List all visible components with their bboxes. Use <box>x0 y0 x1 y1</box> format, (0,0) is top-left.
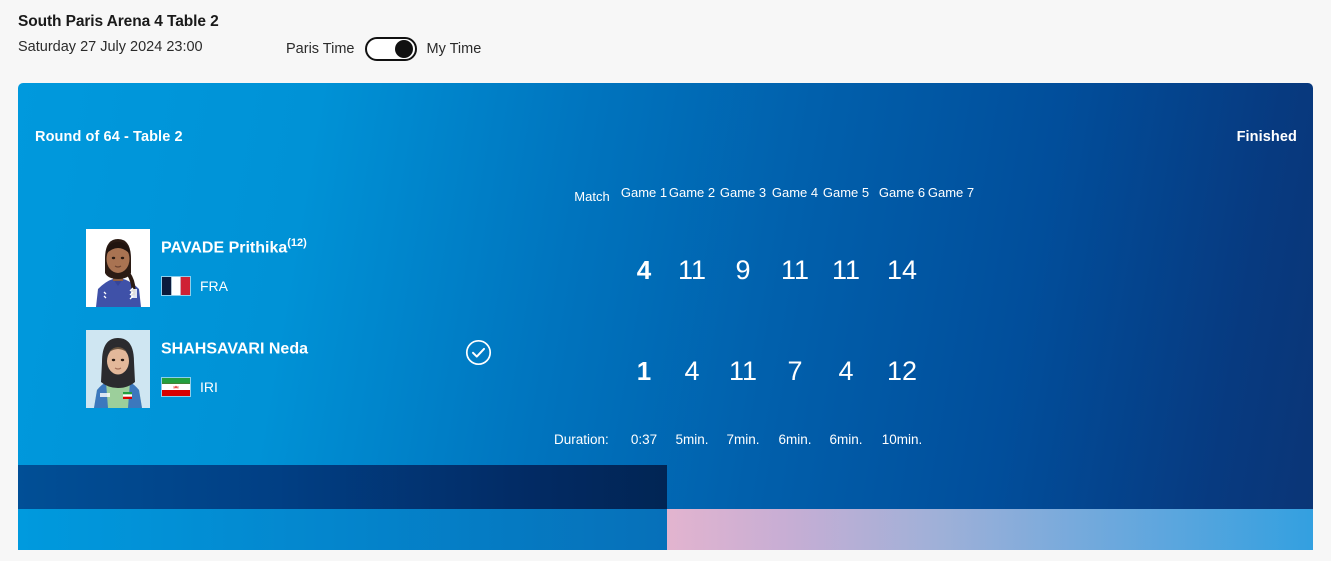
column-header-game3: Game 3 <box>719 185 767 200</box>
status-badge: Finished <box>1236 129 1297 145</box>
country-code: FRA <box>200 278 228 294</box>
player-name: PAVADE Prithika(12) <box>161 237 307 257</box>
flag-iri <box>161 377 191 397</box>
score-match-player2: 1 <box>636 356 652 386</box>
player-name: SHAHSAVARI Neda <box>161 338 308 358</box>
timezone-toggle-switch[interactable] <box>364 37 417 61</box>
score-game4-player2: 7 <box>787 356 803 386</box>
column-header-game7: Game 7 <box>927 185 975 200</box>
player-photo-shahsavari <box>86 330 150 408</box>
column-header-game5: Game 5 <box>822 185 870 200</box>
column-header-game4: Game 4 <box>771 185 819 200</box>
player-country: IRI <box>161 377 218 397</box>
score-game2-player1: 11 <box>677 255 707 285</box>
duration-game5: 6min. <box>829 432 863 447</box>
flag-fra <box>161 276 191 296</box>
duration-game2: 5min. <box>675 432 709 447</box>
match-card[interactable]: Round of 64 - Table 2 Finished Match Gam… <box>18 83 1313 550</box>
decorative-band-dark <box>18 465 667 509</box>
venue-title: South Paris Arena 4 Table 2 <box>18 13 219 30</box>
column-header-game1: Game 1 <box>620 185 668 200</box>
player-row[interactable]: PAVADE Prithika(12) FRA <box>86 229 506 311</box>
score-game3-player1: 9 <box>735 255 751 285</box>
score-game5-player2: 4 <box>838 356 854 386</box>
score-game4-player1: 11 <box>780 255 810 285</box>
score-match-player1: 4 <box>636 255 652 285</box>
player-name-text: SHAHSAVARI Neda <box>161 340 308 358</box>
round-label: Round of 64 - Table 2 <box>35 129 183 145</box>
decorative-band-accent <box>667 509 1313 550</box>
column-header-match: Match <box>574 189 610 204</box>
timezone-toggle-group[interactable]: Paris Time My Time <box>286 37 481 61</box>
duration-game3: 7min. <box>726 432 760 447</box>
duration-game4: 6min. <box>778 432 812 447</box>
column-header-game6: Game 6 <box>878 185 926 200</box>
country-code: IRI <box>200 379 218 395</box>
duration-label: Duration: <box>554 432 609 447</box>
page-header: South Paris Arena 4 Table 2 Saturday 27 … <box>0 0 1331 83</box>
paris-time-label: Paris Time <box>286 40 355 57</box>
player-photo-pavade <box>86 229 150 307</box>
score-game6-player1: 14 <box>886 255 918 285</box>
score-game3-player2: 11 <box>728 356 758 386</box>
my-time-label: My Time <box>426 40 482 57</box>
column-header-game2: Game 2 <box>668 185 716 200</box>
player-row[interactable]: SHAHSAVARI Neda IRI <box>86 330 506 412</box>
duration-game6: 10min. <box>881 432 923 447</box>
score-game5-player1: 11 <box>831 255 861 285</box>
score-game2-player2: 4 <box>684 356 700 386</box>
player-country: FRA <box>161 276 228 296</box>
score-game6-player2: 12 <box>886 356 918 386</box>
player-name-text: PAVADE Prithika <box>161 239 288 257</box>
duration-game1: 0:37 <box>630 432 658 447</box>
toggle-knob <box>394 40 413 58</box>
decorative-band-light <box>18 509 667 550</box>
venue-datetime: Saturday 27 July 2024 23:00 <box>18 39 203 55</box>
player-seed: (12) <box>287 237 307 249</box>
